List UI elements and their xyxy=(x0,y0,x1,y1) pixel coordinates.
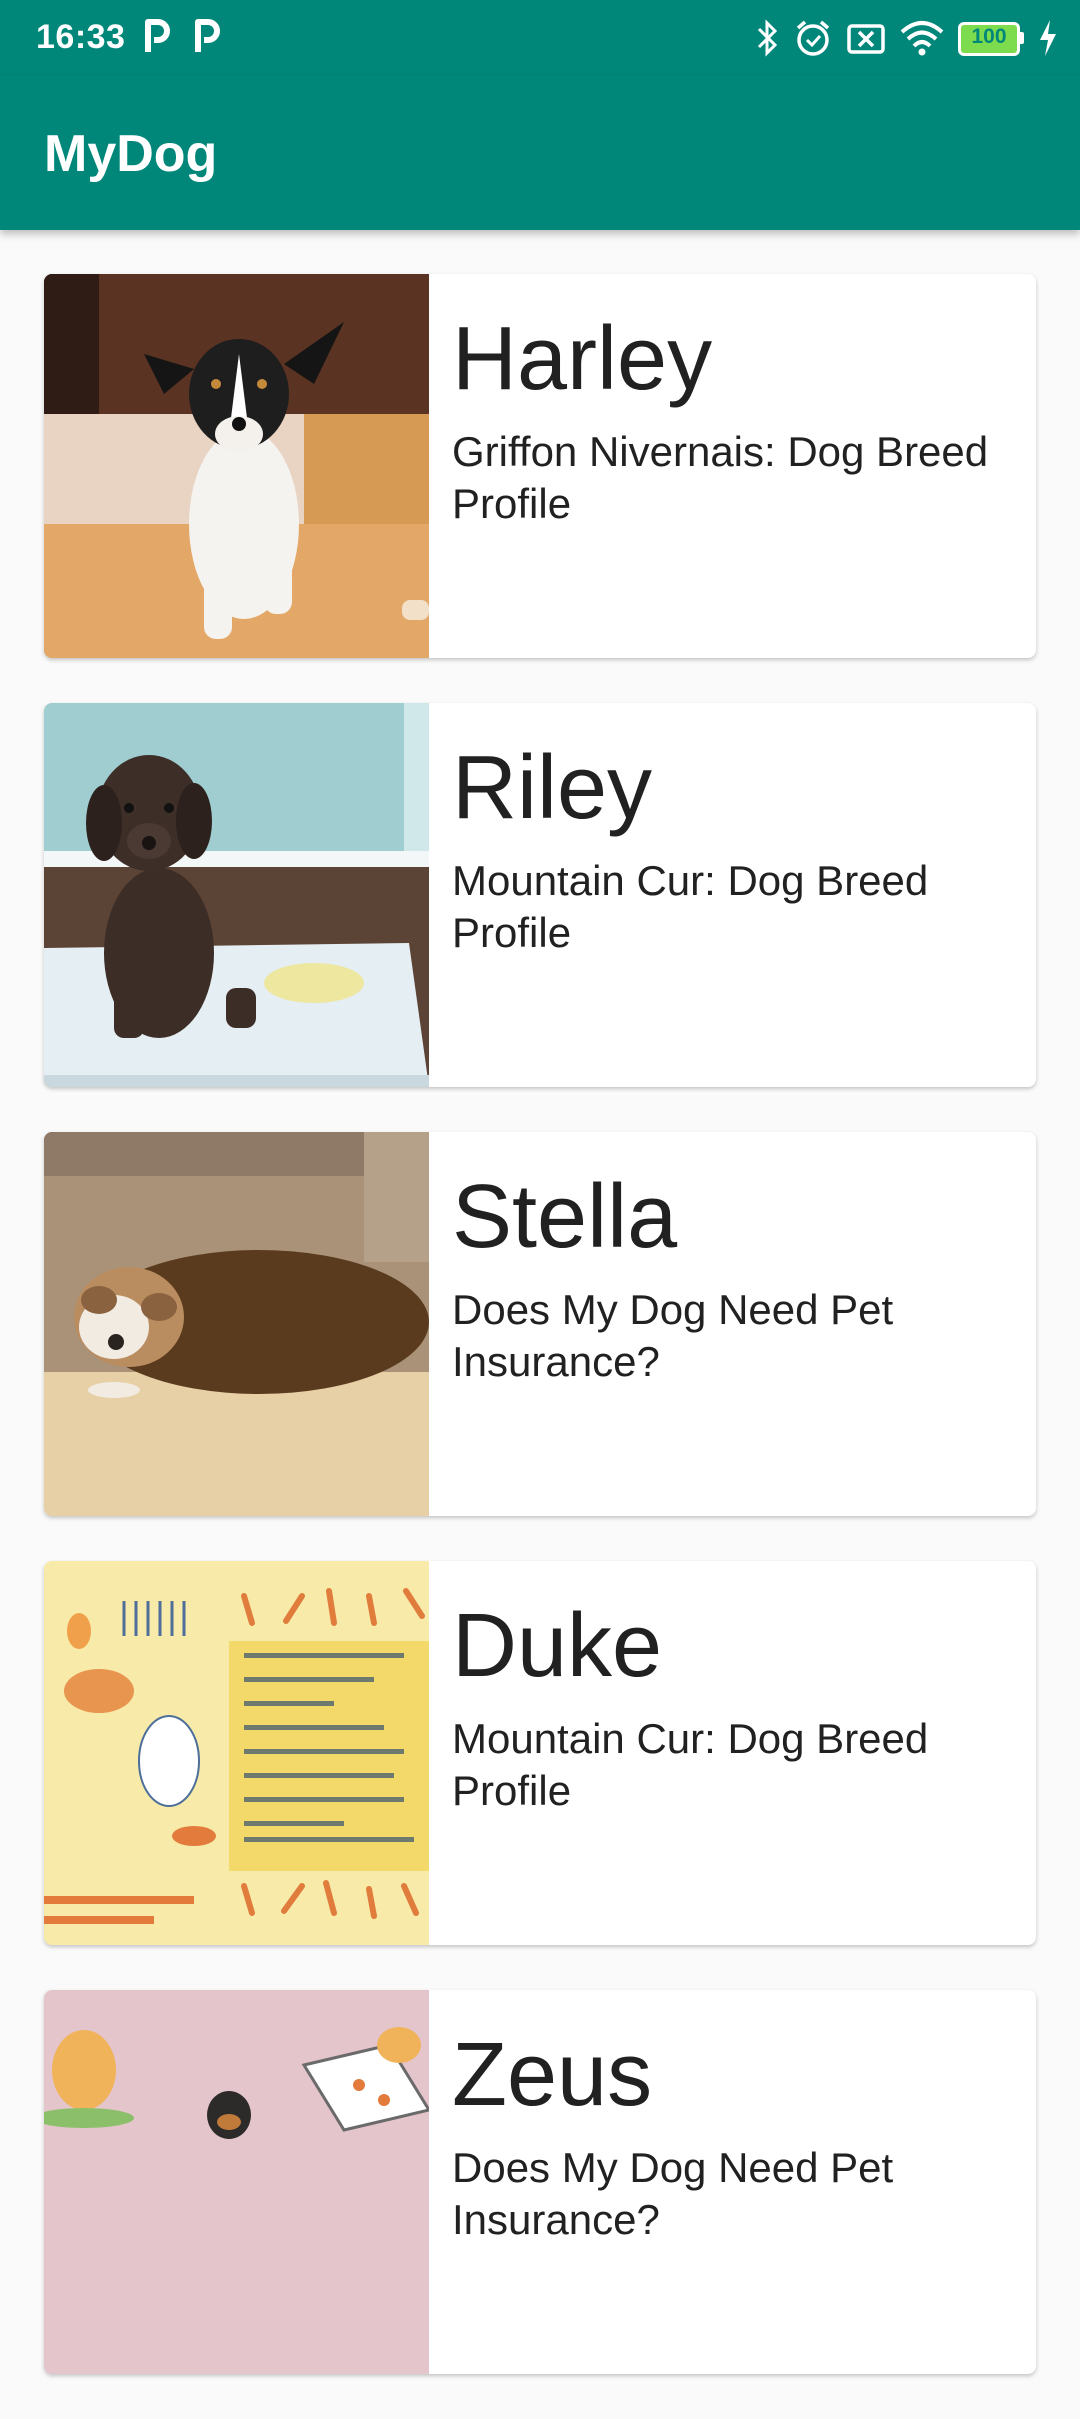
status-time: 16:33 xyxy=(36,18,126,56)
app-title: MyDog xyxy=(44,125,218,183)
bluetooth-icon xyxy=(757,19,778,57)
app-bar: MyDog xyxy=(0,76,1080,230)
dog-photo xyxy=(44,703,429,1087)
battery-level: 100 xyxy=(971,25,1007,48)
dog-card[interactable]: Riley Mountain Cur: Dog Breed Profile xyxy=(44,703,1036,1087)
parking-app-icon xyxy=(195,19,220,52)
dog-card[interactable]: Stella Does My Dog Need Pet Insurance? xyxy=(44,1132,1036,1516)
dog-photo xyxy=(44,274,429,658)
dog-name: Harley xyxy=(452,309,713,409)
dog-name: Duke xyxy=(452,1596,663,1696)
dog-name: Zeus xyxy=(452,2025,653,2125)
dog-photo xyxy=(44,1132,429,1516)
parking-app-icon xyxy=(145,19,170,52)
alarm-icon xyxy=(796,20,830,56)
dog-card[interactable]: Duke Mountain Cur: Dog Breed Profile xyxy=(44,1561,1036,1945)
wifi-icon xyxy=(900,21,944,56)
dog-description: Mountain Cur: Dog Breed Profile xyxy=(452,1715,929,1815)
dog-illustration xyxy=(44,1561,429,1945)
dog-description: Does My Dog Need Pet Insurance? xyxy=(452,2144,894,2244)
dog-name: Stella xyxy=(452,1167,678,1267)
status-bar: 16:33 100 xyxy=(0,0,1080,76)
dog-name: Riley xyxy=(452,738,653,838)
dog-list[interactable]: Harley Griffon Nivernais: Dog Breed Prof… xyxy=(44,274,1036,2419)
dog-description: Does My Dog Need Pet Insurance? xyxy=(452,1286,894,1386)
dog-card[interactable]: Harley Griffon Nivernais: Dog Breed Prof… xyxy=(44,274,1036,658)
dog-illustration xyxy=(44,1990,429,2374)
dog-description: Griffon Nivernais: Dog Breed Profile xyxy=(452,428,989,528)
dog-description: Mountain Cur: Dog Breed Profile xyxy=(452,857,929,957)
dog-card[interactable]: Zeus Does My Dog Need Pet Insurance? xyxy=(44,1990,1036,2374)
sim-off-icon xyxy=(847,24,885,54)
charging-icon xyxy=(1040,20,1056,56)
battery-icon: 100 xyxy=(958,22,1024,56)
